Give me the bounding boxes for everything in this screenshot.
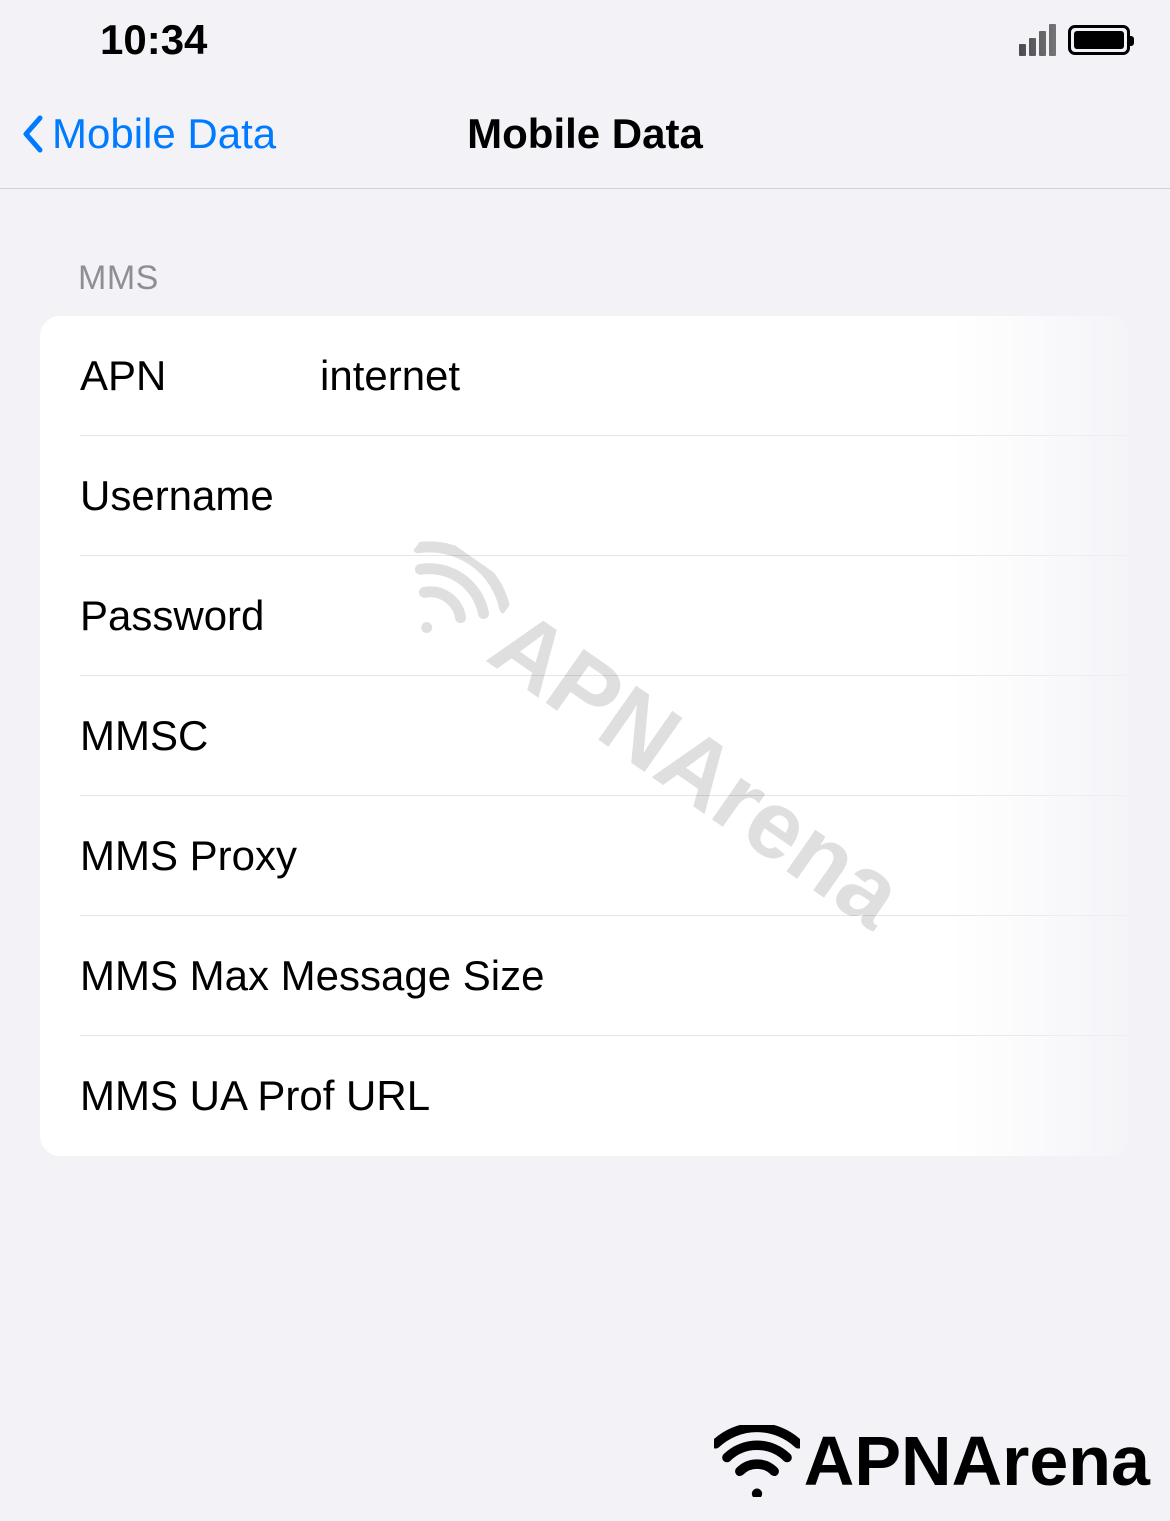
mms-proxy-input[interactable] bbox=[297, 832, 1090, 880]
status-indicators bbox=[1019, 24, 1130, 56]
password-input[interactable] bbox=[320, 592, 1090, 640]
cellular-signal-icon bbox=[1019, 24, 1056, 56]
mms-proxy-row[interactable]: MMS Proxy bbox=[40, 796, 1130, 916]
password-label: Password bbox=[80, 592, 320, 640]
brand-logo: APNArena bbox=[714, 1421, 1150, 1501]
apn-input[interactable] bbox=[320, 352, 1090, 400]
username-input[interactable] bbox=[320, 472, 1090, 520]
brand-logo-text: APNArena bbox=[804, 1421, 1150, 1501]
mms-max-size-input[interactable] bbox=[544, 952, 1090, 1000]
mmsc-input[interactable] bbox=[320, 712, 1090, 760]
mms-max-size-row[interactable]: MMS Max Message Size bbox=[40, 916, 1130, 1036]
chevron-left-icon bbox=[20, 114, 44, 154]
back-label: Mobile Data bbox=[52, 110, 276, 158]
mms-ua-prof-row[interactable]: MMS UA Prof URL bbox=[40, 1036, 1130, 1156]
section-header-mms: MMS bbox=[0, 189, 1170, 316]
mms-proxy-label: MMS Proxy bbox=[80, 832, 297, 880]
battery-icon bbox=[1068, 25, 1130, 55]
mms-ua-prof-input[interactable] bbox=[430, 1072, 1090, 1120]
settings-list: APN Username Password MMSC MMS Proxy MMS… bbox=[40, 316, 1130, 1156]
navigation-bar: Mobile Data Mobile Data bbox=[0, 80, 1170, 189]
mms-ua-prof-label: MMS UA Prof URL bbox=[80, 1072, 430, 1120]
mmsc-row[interactable]: MMSC bbox=[40, 676, 1130, 796]
back-button[interactable]: Mobile Data bbox=[20, 110, 276, 158]
username-label: Username bbox=[80, 472, 320, 520]
mmsc-label: MMSC bbox=[80, 712, 320, 760]
wifi-icon bbox=[714, 1425, 800, 1497]
apn-row[interactable]: APN bbox=[40, 316, 1130, 436]
username-row[interactable]: Username bbox=[40, 436, 1130, 556]
status-bar: 10:34 bbox=[0, 0, 1170, 80]
apn-label: APN bbox=[80, 352, 320, 400]
mms-max-size-label: MMS Max Message Size bbox=[80, 952, 544, 1000]
status-time: 10:34 bbox=[100, 16, 207, 64]
password-row[interactable]: Password bbox=[40, 556, 1130, 676]
